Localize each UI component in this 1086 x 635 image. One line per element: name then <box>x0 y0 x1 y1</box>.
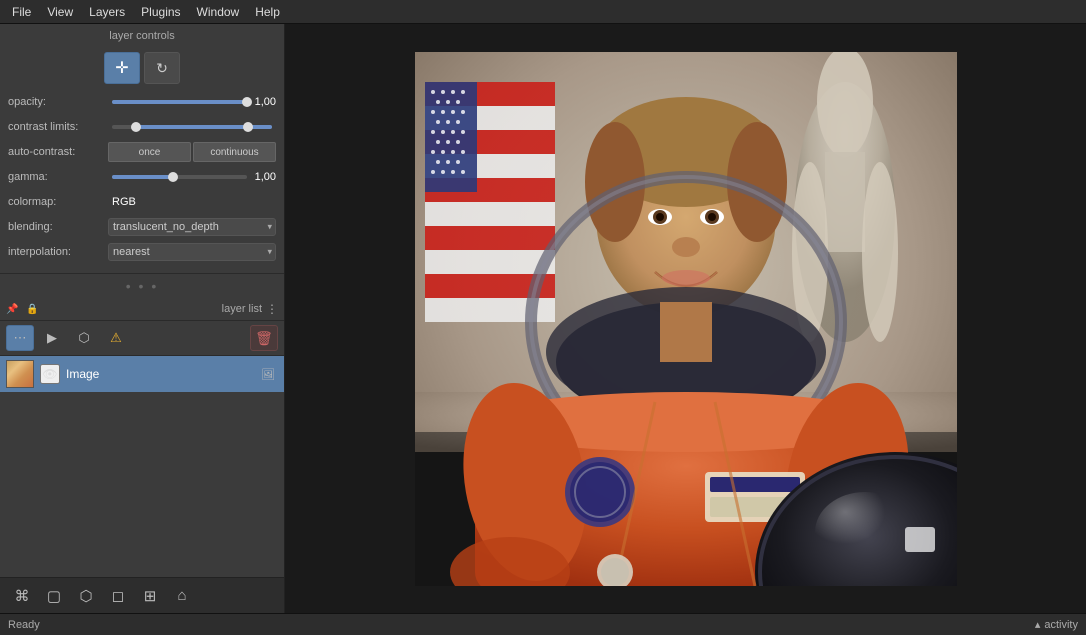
layer-thumb-preview <box>7 361 33 387</box>
section-divider: • • • <box>0 274 284 298</box>
layer-list-header: 📌 🔒 layer list ⋮ <box>0 298 284 321</box>
interpolation-label: interpolation: <box>8 246 108 258</box>
layer-lock-icon: 🔒 <box>26 304 42 315</box>
grid-btn[interactable]: ⊞ <box>136 582 164 610</box>
once-button[interactable]: once <box>108 142 191 162</box>
activity-button[interactable]: ▴ activity <box>1035 618 1078 631</box>
menu-view[interactable]: View <box>39 3 81 21</box>
canvas-area[interactable] <box>285 24 1086 613</box>
blending-select-wrapper: translucent_no_depth additive opaque tra… <box>108 218 276 236</box>
left-panel: layer controls ✛ ↻ opacity: 1,00 contras… <box>0 24 285 613</box>
cube-outline-btn[interactable]: ◻ <box>104 582 132 610</box>
layer-thumbnail <box>6 360 34 388</box>
menu-plugins[interactable]: Plugins <box>133 3 188 21</box>
move-button[interactable]: ✛ <box>104 52 140 84</box>
opacity-label: opacity: <box>8 96 108 108</box>
blending-select[interactable]: translucent_no_depth additive opaque tra… <box>108 218 276 236</box>
layer-controls-header: layer controls <box>8 30 276 46</box>
auto-contrast-label: auto-contrast: <box>8 146 108 158</box>
contrast-slider[interactable] <box>112 125 272 129</box>
layer-pin-icon: 📌 <box>6 304 22 315</box>
continuous-button[interactable]: continuous <box>193 142 276 162</box>
main-layout: layer controls ✛ ↻ opacity: 1,00 contras… <box>0 24 1086 613</box>
warning-btn[interactable]: ⚠ <box>102 325 130 351</box>
colormap-row: colormap: RGB <box>8 192 276 212</box>
gamma-slider[interactable] <box>112 175 247 179</box>
controls-toolbar: ✛ ↻ <box>8 52 276 84</box>
blending-row: blending: translucent_no_depth additive … <box>8 217 276 237</box>
gamma-value: 1,00 <box>255 171 276 183</box>
menu-file[interactable]: File <box>4 3 39 21</box>
delete-layer-btn[interactable]: 🗑 <box>250 325 278 351</box>
ready-status: Ready <box>8 619 40 631</box>
main-image <box>415 52 957 586</box>
astronaut-svg <box>415 52 957 586</box>
interpolation-select-wrapper: nearest linear cubic ▾ <box>108 243 276 261</box>
contrast-label: contrast limits: <box>8 121 108 133</box>
interpolation-row: interpolation: nearest linear cubic ▾ <box>8 242 276 262</box>
menu-help[interactable]: Help <box>247 3 288 21</box>
contrast-row: contrast limits: <box>8 117 276 137</box>
cube-btn[interactable]: ⬡ <box>72 582 100 610</box>
gamma-row: gamma: 1,00 <box>8 167 276 187</box>
layer-name: Image <box>66 367 252 381</box>
layer-list-section: 📌 🔒 layer list ⋮ ⋯ ▶ ⬡ ⚠ 🗑 👁 Image <box>0 298 284 577</box>
terminal-btn[interactable]: ⌘ <box>8 582 36 610</box>
bottom-toolbar: ⌘ ▢ ⬡ ◻ ⊞ ⌂ <box>0 577 284 613</box>
blending-label: blending: <box>8 221 108 233</box>
layer-toolbar: ⋯ ▶ ⬡ ⚠ 🗑 <box>0 321 284 356</box>
layer-visibility-btn[interactable]: 👁 <box>40 364 60 384</box>
home-btn[interactable]: ⌂ <box>168 582 196 610</box>
layer-item[interactable]: 👁 Image 🖼 <box>0 356 284 392</box>
auto-contrast-row: auto-contrast: once continuous <box>8 142 276 162</box>
menu-layers[interactable]: Layers <box>81 3 133 21</box>
layer-list-menu-icon[interactable]: ⋮ <box>266 302 278 316</box>
rectangle-btn[interactable]: ▢ <box>40 582 68 610</box>
points-tool-btn[interactable]: ⋯ <box>6 325 34 351</box>
interpolation-select[interactable]: nearest linear cubic <box>108 243 276 261</box>
gamma-label: gamma: <box>8 171 108 183</box>
labels-tool-btn[interactable]: ⬡ <box>70 325 98 351</box>
activity-arrow-icon: ▴ <box>1035 618 1041 631</box>
opacity-slider[interactable] <box>112 100 247 104</box>
opacity-row: opacity: 1,00 <box>8 92 276 112</box>
auto-contrast-buttons: once continuous <box>108 142 276 162</box>
colormap-value: RGB <box>112 196 136 208</box>
activity-label: activity <box>1044 619 1078 631</box>
rotate-button[interactable]: ↻ <box>144 52 180 84</box>
layer-type-icon: 🖼 <box>258 364 278 384</box>
opacity-value: 1,00 <box>255 96 276 108</box>
image-container <box>415 52 957 586</box>
shapes-tool-btn[interactable]: ▶ <box>38 325 66 351</box>
colormap-label: colormap: <box>8 196 108 208</box>
layer-controls-section: layer controls ✛ ↻ opacity: 1,00 contras… <box>0 24 284 274</box>
menubar: File View Layers Plugins Window Help <box>0 0 1086 24</box>
layer-list-label: layer list <box>42 303 262 315</box>
statusbar: Ready ▴ activity <box>0 613 1086 635</box>
menu-window[interactable]: Window <box>189 3 248 21</box>
